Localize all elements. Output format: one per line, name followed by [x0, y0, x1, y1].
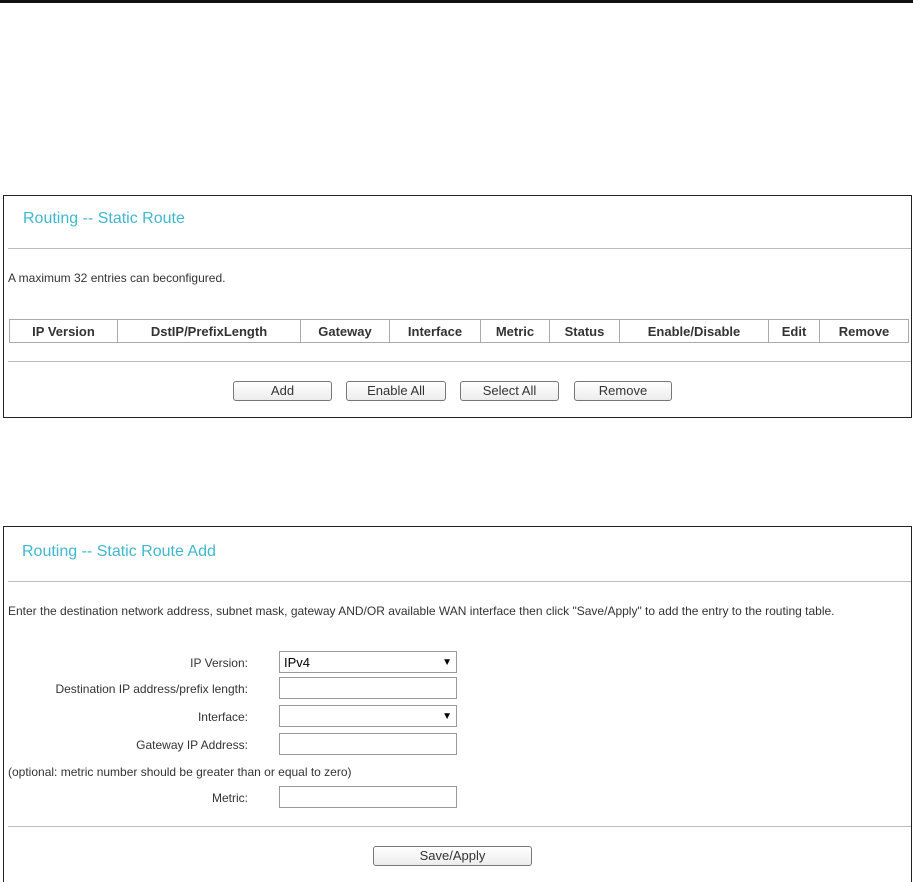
form-divider	[8, 826, 911, 827]
select-all-button[interactable]: Select All	[460, 381, 559, 401]
column-header-edit: Edit	[768, 319, 820, 343]
metric-input[interactable]	[279, 786, 457, 808]
gateway-input[interactable]	[279, 733, 457, 755]
gateway-label: Gateway IP Address:	[136, 738, 248, 752]
max-entries-note: A maximum 32 entries can beconfigured.	[8, 271, 226, 285]
destination-input[interactable]	[279, 677, 457, 699]
panel-title: Routing -- Static Route	[23, 210, 185, 227]
table-header-row: IP Version DstIP/PrefixLength Gateway In…	[9, 319, 909, 343]
interface-label: Interface:	[197, 710, 248, 724]
remove-button[interactable]: Remove	[574, 381, 672, 401]
column-header-status: Status	[549, 319, 620, 343]
static-route-panel: Routing -- Static Route A maximum 32 ent…	[3, 195, 912, 418]
interface-select[interactable]: ▼	[279, 705, 457, 727]
metric-label: Metric:	[212, 791, 248, 805]
instructions-text: Enter the destination network address, s…	[8, 604, 835, 618]
title-divider	[8, 248, 911, 249]
ip-version-select[interactable]: IPv4 ▼	[279, 651, 457, 673]
column-header-ip-version: IP Version	[9, 319, 118, 343]
column-header-enable-disable: Enable/Disable	[619, 319, 769, 343]
dropdown-arrow-icon: ▼	[442, 710, 452, 722]
static-route-table: IP Version DstIP/PrefixLength Gateway In…	[9, 319, 909, 343]
column-header-gateway: Gateway	[300, 319, 390, 343]
ip-version-selected-value: IPv4	[284, 654, 311, 670]
column-header-interface: Interface	[389, 319, 481, 343]
destination-label: Destination IP address/prefix length:	[55, 682, 248, 696]
column-header-metric: Metric	[480, 319, 550, 343]
title-divider	[8, 581, 911, 582]
top-divider	[0, 0, 913, 3]
column-header-remove: Remove	[819, 319, 909, 343]
add-button[interactable]: Add	[233, 381, 332, 401]
column-header-dst-prefix: DstIP/PrefixLength	[117, 319, 301, 343]
panel-title: Routing -- Static Route Add	[22, 543, 216, 560]
dropdown-arrow-icon: ▼	[442, 656, 452, 668]
metric-note: (optional: metric number should be great…	[8, 765, 352, 779]
enable-all-button[interactable]: Enable All	[346, 381, 446, 401]
ip-version-label: IP Version:	[190, 656, 248, 670]
table-divider	[8, 361, 911, 362]
save-apply-button[interactable]: Save/Apply	[373, 846, 532, 866]
static-route-add-panel: Routing -- Static Route Add Enter the de…	[3, 526, 912, 882]
